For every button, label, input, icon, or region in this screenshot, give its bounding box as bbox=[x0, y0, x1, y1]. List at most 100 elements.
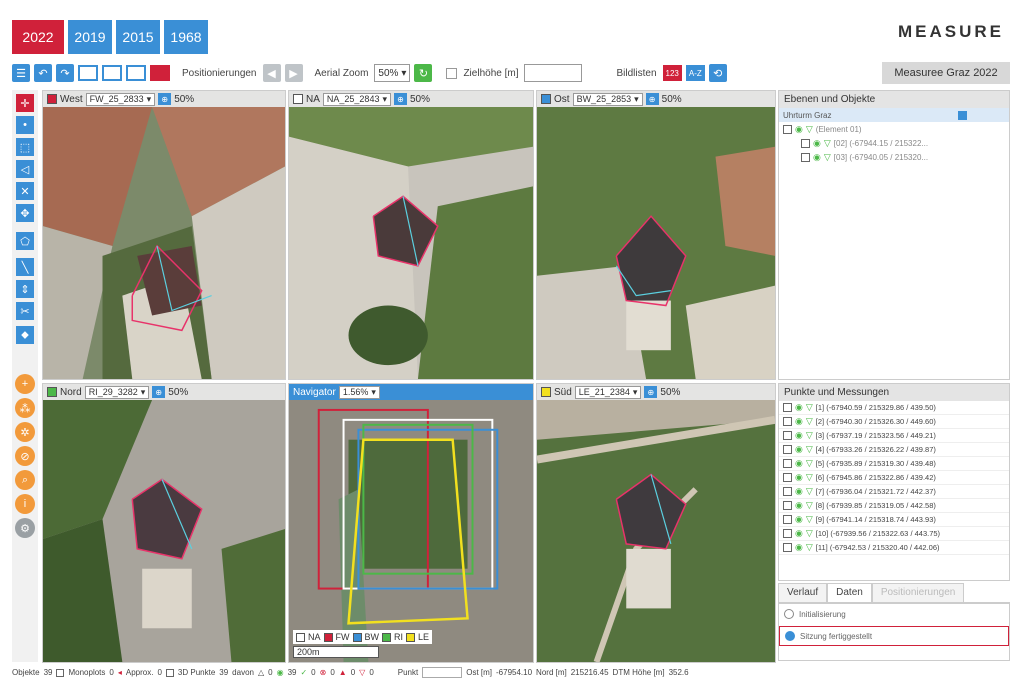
layer-row[interactable]: ◉ ▽ [02] (-67944.15 / 215322... bbox=[779, 136, 1009, 150]
viewport-nord[interactable]: Nord RI_29_3282 ▾ ⊕ 50% bbox=[42, 383, 286, 663]
filter-icon[interactable]: ▽ bbox=[824, 138, 831, 149]
height-icon[interactable]: ⇕ bbox=[16, 280, 34, 298]
point-checkbox[interactable] bbox=[783, 403, 792, 412]
point-checkbox[interactable] bbox=[783, 431, 792, 440]
line-icon[interactable]: ╲ bbox=[16, 258, 34, 276]
eye-icon[interactable]: ◉ bbox=[795, 528, 803, 539]
year-tab-2015[interactable]: 2015 bbox=[116, 20, 160, 54]
sort-numeric-button[interactable]: 123 bbox=[662, 65, 682, 81]
triangle-icon[interactable]: ◁ bbox=[16, 160, 34, 178]
filter-icon[interactable]: ▽ bbox=[806, 472, 813, 483]
viewport-nord-image-select[interactable]: RI_29_3282 ▾ bbox=[84, 385, 150, 399]
eye-icon[interactable]: ◉ bbox=[813, 138, 821, 149]
viewport-west[interactable]: West FW_25_2833 ▾ ⊕ 50% bbox=[42, 90, 286, 380]
gear-icon[interactable]: ⚙ bbox=[15, 518, 35, 538]
aerial-image-ost[interactable] bbox=[537, 107, 775, 379]
year-tab-1968[interactable]: 1968 bbox=[164, 20, 208, 54]
network-icon[interactable]: ✲ bbox=[15, 422, 35, 442]
filter-icon[interactable]: ▽ bbox=[824, 152, 831, 163]
viewport-sued-image-select[interactable]: LE_21_2384 ▾ bbox=[574, 385, 642, 399]
layer-row[interactable]: ◉ ▽ (Element 01) bbox=[779, 122, 1009, 136]
arrow-right-icon[interactable]: ▶ bbox=[284, 64, 303, 82]
point-row[interactable]: ◉ ▽ [7] (-67936.04 / 215321.72 / 442.37) bbox=[779, 485, 1009, 499]
zoom-icon[interactable]: ⊕ bbox=[158, 93, 172, 105]
undo-icon[interactable]: ↶ bbox=[34, 64, 52, 82]
zoom-icon[interactable]: ⊕ bbox=[644, 386, 658, 398]
filter-icon[interactable]: ▽ bbox=[806, 542, 813, 553]
eye-icon[interactable]: ◉ bbox=[795, 430, 803, 441]
layer-row[interactable]: ◉ ▽ [03] (-67940.05 / 215320... bbox=[779, 150, 1009, 164]
eye-icon[interactable]: ◉ bbox=[795, 444, 803, 455]
project-button[interactable]: Measuree Graz 2022 bbox=[882, 62, 1010, 84]
point-checkbox[interactable] bbox=[783, 445, 792, 454]
point-row[interactable]: ◉ ▽ [9] (-67941.14 / 215318.74 / 443.93) bbox=[779, 513, 1009, 527]
point-row[interactable]: ◉ ▽ [1] (-67940.59 / 215329.86 / 439.50) bbox=[779, 401, 1009, 415]
viewport-ost[interactable]: Ost BW_25_2853 ▾ ⊕ 50% bbox=[536, 90, 776, 380]
aerial-image-nord[interactable] bbox=[43, 400, 285, 662]
info-icon[interactable]: i bbox=[15, 494, 35, 514]
share-icon[interactable]: ⁂ bbox=[15, 398, 35, 418]
point-field[interactable] bbox=[422, 667, 463, 678]
log-radio[interactable] bbox=[784, 609, 794, 619]
navigator-map[interactable] bbox=[289, 400, 533, 662]
aerial-image-sued[interactable] bbox=[537, 400, 775, 662]
target-height-checkbox[interactable] bbox=[446, 67, 458, 79]
year-tab-2019[interactable]: 2019 bbox=[68, 20, 112, 54]
log-item[interactable]: Sitzung fertiggestellt bbox=[779, 626, 1009, 646]
eye-icon[interactable]: ◉ bbox=[795, 402, 803, 413]
point-checkbox[interactable] bbox=[783, 487, 792, 496]
log-item[interactable]: Initialisierung bbox=[779, 604, 1009, 624]
point-row[interactable]: ◉ ▽ [6] (-67945.86 / 215322.86 / 439.42) bbox=[779, 471, 1009, 485]
layout-split-button[interactable] bbox=[102, 65, 122, 81]
sort-alpha-button[interactable]: A-Z bbox=[685, 65, 705, 81]
eye-icon[interactable]: ◉ bbox=[795, 472, 803, 483]
point-row[interactable]: ◉ ▽ [8] (-67939.85 / 215319.05 / 442.58) bbox=[779, 499, 1009, 513]
menu-icon[interactable]: ☰ bbox=[12, 64, 30, 82]
navigator-zoom-select[interactable]: 1.56% ▾ bbox=[338, 385, 380, 399]
filter-icon[interactable]: ▽ bbox=[806, 500, 813, 511]
zoom-icon[interactable]: ⊕ bbox=[393, 93, 407, 105]
viewport-ost-image-select[interactable]: BW_25_2853 ▾ bbox=[572, 92, 643, 106]
point-row[interactable]: ◉ ▽ [3] (-67937.19 / 215323.56 / 449.21) bbox=[779, 429, 1009, 443]
arrow-left-icon[interactable]: ◀ bbox=[262, 64, 281, 82]
zoom-icon[interactable]: ⊕ bbox=[152, 386, 166, 398]
viewport-na[interactable]: NA NA_25_2843 ▾ ⊕ 50% bbox=[288, 90, 534, 380]
search-icon[interactable]: ⌕ bbox=[15, 470, 35, 490]
aerial-image-west[interactable] bbox=[43, 107, 285, 379]
filter-icon[interactable]: ▽ bbox=[806, 528, 813, 539]
tab-daten[interactable]: Daten bbox=[827, 583, 872, 602]
viewport-sued[interactable]: Süd LE_21_2384 ▾ ⊕ 50% bbox=[536, 383, 776, 663]
log-radio[interactable] bbox=[785, 631, 795, 641]
eye-icon[interactable]: ◉ bbox=[795, 500, 803, 511]
link-icon[interactable]: ⊘ bbox=[15, 446, 35, 466]
point-checkbox[interactable] bbox=[783, 529, 792, 538]
filter-icon[interactable]: ▽ bbox=[806, 514, 813, 525]
layout-grid-button[interactable] bbox=[150, 65, 170, 81]
point-row[interactable]: ◉ ▽ [11] (-67942.53 / 215320.40 / 442.06) bbox=[779, 541, 1009, 555]
point-checkbox[interactable] bbox=[783, 473, 792, 482]
layer-checkbox[interactable] bbox=[801, 152, 810, 162]
aerial-image-na[interactable] bbox=[289, 107, 533, 379]
refresh-icon[interactable]: ↻ bbox=[414, 64, 433, 82]
delete-icon[interactable]: ✕ bbox=[16, 182, 34, 200]
zoom-icon[interactable]: ⊕ bbox=[645, 93, 659, 105]
point-row[interactable]: ◉ ▽ [2] (-67940.30 / 215326.30 / 449.60) bbox=[779, 415, 1009, 429]
eye-icon[interactable]: ◉ bbox=[795, 514, 803, 525]
filter-icon[interactable]: ▽ bbox=[806, 124, 813, 135]
point-row[interactable]: ◉ ▽ [10] (-67939.56 / 215322.63 / 443.75) bbox=[779, 527, 1009, 541]
layer-row[interactable]: Uhrturm Graz bbox=[779, 108, 1009, 122]
filter-icon[interactable]: ▽ bbox=[806, 458, 813, 469]
filter-icon[interactable]: ▽ bbox=[806, 486, 813, 497]
point-icon[interactable]: • bbox=[16, 116, 34, 134]
aerial-zoom-select[interactable]: 50% ▾ bbox=[374, 64, 411, 82]
tag-icon[interactable]: ⬥ bbox=[16, 326, 34, 344]
point-checkbox[interactable] bbox=[783, 459, 792, 468]
redo-icon[interactable]: ↷ bbox=[56, 64, 74, 82]
viewport-navigator[interactable]: Navigator 1.56% ▾ NA FW BW RI LE 200m bbox=[288, 383, 534, 663]
filter-icon[interactable]: ▽ bbox=[806, 416, 813, 427]
target-height-input[interactable] bbox=[524, 64, 583, 82]
scissors-icon[interactable]: ✂ bbox=[16, 302, 34, 320]
viewport-na-image-select[interactable]: NA_25_2843 ▾ bbox=[322, 92, 391, 106]
move-icon[interactable]: ✥ bbox=[16, 204, 34, 222]
filter-icon[interactable]: ▽ bbox=[806, 444, 813, 455]
